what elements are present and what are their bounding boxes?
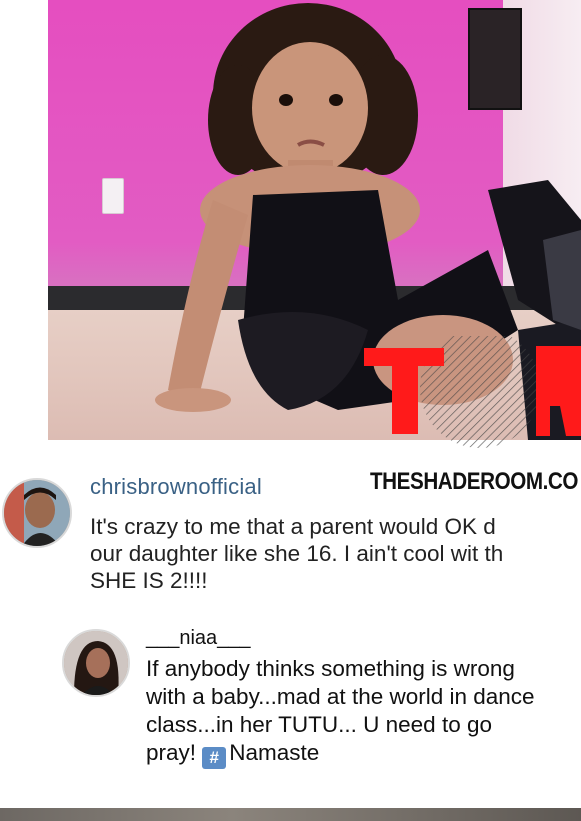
reply-username[interactable]: ___niaa___ xyxy=(146,627,251,650)
reply-line-last: pray! # Namaste xyxy=(146,739,581,769)
post-username[interactable]: chrisbrownofficial xyxy=(90,474,262,500)
reply-comment: If anybody thinks something is wrong wit… xyxy=(146,655,581,769)
caption-line: SHE IS 2!!!! xyxy=(90,568,208,593)
reply-line: If anybody thinks something is wrong xyxy=(146,656,515,681)
reply-line: class...in her TUTU... U need to go xyxy=(146,712,492,737)
caption-line: It's crazy to me that a parent would OK … xyxy=(90,514,496,539)
reply-line: with a baby...mad at the world in dance xyxy=(146,684,535,709)
hashtag-link[interactable]: Namaste xyxy=(229,740,319,765)
hashtag-icon: # xyxy=(202,747,227,769)
reply-avatar[interactable] xyxy=(62,629,130,697)
post-caption: It's crazy to me that a parent would OK … xyxy=(90,513,581,594)
reply-line-prefix: pray! xyxy=(146,740,203,765)
avatar-image xyxy=(4,480,70,546)
user-avatar[interactable] xyxy=(2,478,72,548)
bottom-strip xyxy=(0,808,581,821)
avatar-image xyxy=(64,631,128,695)
site-watermark: THESHADEROOM.CO xyxy=(370,468,578,495)
caption-line: our daughter like she 16. I ain't cool w… xyxy=(90,541,504,566)
tsr-logo xyxy=(364,336,581,448)
